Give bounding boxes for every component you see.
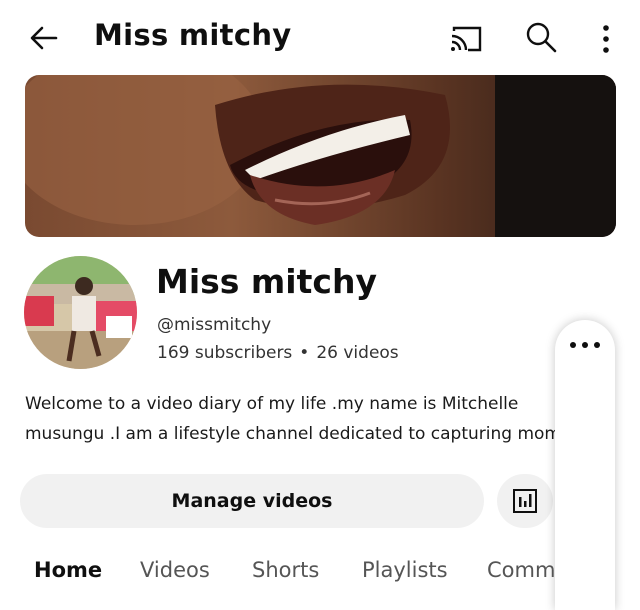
page-title: Miss mitchy [94,18,292,52]
separator-dot: • [299,343,310,363]
tab-community[interactable]: Comm [487,558,555,582]
banner-image [25,75,616,237]
analytics-icon [513,489,537,513]
tab-playlists[interactable]: Playlists [362,558,448,582]
tab-shorts[interactable]: Shorts [252,558,319,582]
tab-videos[interactable]: Videos [140,558,210,582]
avatar-image [24,256,137,369]
more-vertical-icon[interactable] [596,22,616,56]
manage-videos-button[interactable]: Manage videos [20,474,484,528]
description-line: musungu .I am a lifestyle channel dedica… [25,424,565,444]
channel-avatar[interactable] [24,256,137,369]
back-arrow-icon[interactable] [26,20,62,56]
channel-handle: @missmitchy [157,315,272,335]
channel-banner[interactable] [25,75,616,237]
more-horizontal-icon[interactable] [567,338,603,352]
channel-stats: 169 subscribers • 26 videos [157,343,399,363]
channel-description[interactable]: Welcome to a video diary of my life .my … [25,389,565,449]
tab-home[interactable]: Home [34,558,102,582]
video-count: 26 videos [316,343,399,363]
search-icon[interactable] [524,20,558,54]
top-app-bar: Miss mitchy [0,0,640,76]
subscriber-count: 169 subscribers [157,343,293,363]
description-line: Welcome to a video diary of my life .my … [25,394,519,414]
cast-icon[interactable] [448,22,484,56]
analytics-button[interactable] [497,474,553,528]
floating-overflow-panel[interactable] [555,320,615,610]
channel-name: Miss mitchy [156,262,377,301]
channel-tabs: Home Videos Shorts Playlists Comm [0,558,560,590]
